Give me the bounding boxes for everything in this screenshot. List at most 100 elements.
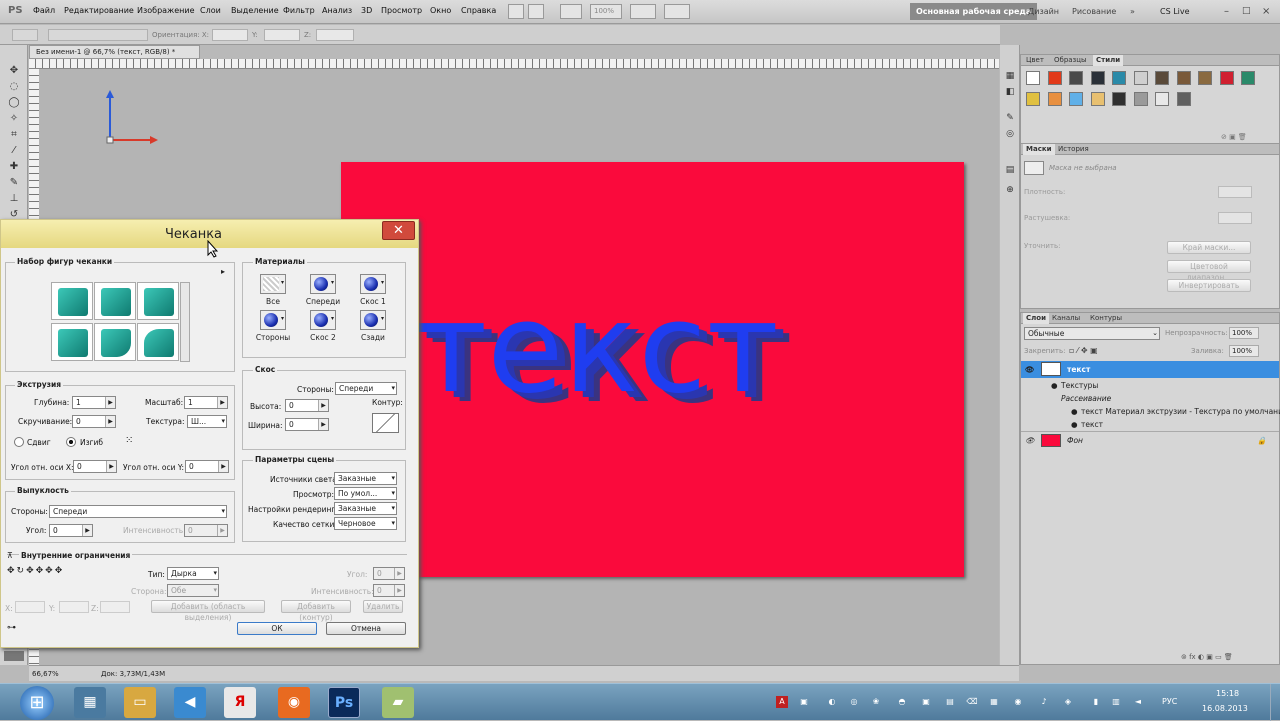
- zoom-field[interactable]: 100%: [590, 4, 622, 19]
- style-swatch[interactable]: [1026, 71, 1040, 85]
- clock-time[interactable]: 15:18: [1216, 689, 1239, 698]
- invert-button[interactable]: Инвертировать: [1167, 279, 1251, 292]
- photoshop-taskbar-icon[interactable]: Ps: [328, 687, 360, 718]
- tray-icon-8[interactable]: ▤: [944, 696, 956, 708]
- reference-point-icon[interactable]: ⁙: [125, 435, 133, 446]
- eyedropper-tool-icon[interactable]: ⁄: [6, 145, 22, 157]
- menu-file[interactable]: Файл: [33, 6, 55, 15]
- tab-swatches[interactable]: Образцы: [1051, 55, 1090, 66]
- workspace-more-icon[interactable]: »: [1124, 3, 1141, 20]
- bevel-sides-select[interactable]: Спереди ▾: [335, 382, 397, 395]
- clock-date[interactable]: 16.08.2013: [1202, 704, 1248, 713]
- shape-preset-1[interactable]: [51, 282, 93, 320]
- blend-mode-select[interactable]: Обычные ⌄: [1024, 327, 1160, 340]
- depth-field[interactable]: 1 ▶: [72, 396, 116, 409]
- inner-type-select[interactable]: Дырка ▾: [167, 567, 219, 580]
- menu-help[interactable]: Справка: [461, 6, 496, 15]
- crop-tool-icon[interactable]: ⌗: [6, 129, 22, 141]
- shape-preset-2[interactable]: [94, 282, 136, 320]
- tab-channels[interactable]: Каналы: [1049, 313, 1083, 324]
- healing-tool-icon[interactable]: ✚: [6, 161, 22, 173]
- workspace-design[interactable]: Дизайн: [1022, 3, 1065, 20]
- menu-edit[interactable]: Редактирование: [64, 6, 134, 15]
- chevron-right-icon[interactable]: ▶: [394, 568, 404, 579]
- media-player-icon[interactable]: ◀: [174, 687, 206, 718]
- style-swatch[interactable]: [1026, 92, 1040, 106]
- menu-select[interactable]: Выделение: [231, 6, 279, 15]
- style-swatch[interactable]: [1133, 71, 1148, 85]
- workspace-essentials[interactable]: Основная рабочая среда: [910, 3, 1038, 20]
- tab-styles[interactable]: Стили: [1093, 55, 1124, 66]
- material-bevel2-swatch[interactable]: ▾: [310, 310, 336, 330]
- style-swatch[interactable]: [1069, 71, 1083, 85]
- status-zoom[interactable]: 66,67%: [32, 670, 59, 678]
- panel-icon-3[interactable]: ✎: [1004, 113, 1016, 124]
- texture-select[interactable]: Ш... ▾: [187, 415, 227, 428]
- battery-icon[interactable]: ▮: [1090, 696, 1102, 708]
- style-swatch[interactable]: [1090, 71, 1105, 85]
- material-front-swatch[interactable]: ▾: [310, 274, 336, 294]
- chevron-right-icon[interactable]: ▶: [318, 419, 328, 430]
- panel-icon-6[interactable]: ⊕: [1004, 185, 1016, 196]
- close-icon[interactable]: ×: [1256, 3, 1276, 20]
- shape-preset-6[interactable]: [137, 323, 179, 361]
- tray-icon-6[interactable]: ◓: [896, 696, 908, 708]
- layer-3d-text[interactable]: 👁 текст: [1021, 361, 1279, 378]
- shapes-menu-icon[interactable]: ▸: [221, 267, 225, 276]
- style-swatch[interactable]: [1112, 71, 1126, 85]
- tray-icon-11[interactable]: ◉: [1012, 696, 1024, 708]
- tray-icon-7[interactable]: ▣: [920, 696, 932, 708]
- minimize-icon[interactable]: –: [1218, 3, 1235, 20]
- style-swatch[interactable]: [1047, 92, 1062, 106]
- constraint-tool-icons[interactable]: ✥↻✥✥✥✥: [7, 566, 64, 576]
- 3d-text-object[interactable]: текст: [415, 287, 779, 411]
- twist-field[interactable]: 0 ▶: [72, 415, 116, 428]
- chevron-right-icon[interactable]: ▶: [105, 416, 115, 427]
- add-contour-button[interactable]: Добавить (контур): [281, 600, 351, 622]
- bevel-width-field[interactable]: 0 ▶: [285, 418, 329, 431]
- eye-icon[interactable]: ●: [1051, 379, 1058, 392]
- camera-icon[interactable]: ⊶: [7, 623, 16, 633]
- tray-icon-9[interactable]: ⌫: [966, 696, 978, 708]
- style-swatch[interactable]: [1112, 92, 1126, 106]
- hand-tool-button[interactable]: [630, 4, 656, 19]
- layer-text-sub[interactable]: ● текст: [1021, 418, 1279, 431]
- menu-3d[interactable]: 3D: [361, 6, 372, 15]
- material-back-swatch[interactable]: ▾: [360, 310, 386, 330]
- firefox-icon[interactable]: ◉: [278, 687, 310, 718]
- explorer-icon[interactable]: ▭: [124, 687, 156, 718]
- delete-button[interactable]: Удалить: [363, 600, 403, 613]
- material-bevel1-swatch[interactable]: ▾: [360, 274, 386, 294]
- mask-edge-button[interactable]: Край маски...: [1167, 241, 1251, 254]
- view-select[interactable]: По умол... ▾: [334, 487, 397, 500]
- layer-diffuse[interactable]: Рассеивание: [1021, 392, 1279, 405]
- tab-color[interactable]: Цвет: [1023, 55, 1047, 66]
- bend-radio[interactable]: [66, 437, 76, 447]
- tab-history[interactable]: История: [1055, 144, 1092, 155]
- style-swatch[interactable]: [1069, 92, 1083, 106]
- inflate-intensity-field[interactable]: 0 ▶: [184, 524, 228, 537]
- scale-field[interactable]: 1 ▶: [184, 396, 228, 409]
- material-all-swatch[interactable]: ▾: [260, 274, 286, 294]
- tray-icon-4[interactable]: ◎: [848, 696, 860, 708]
- bridge-button[interactable]: [508, 4, 524, 19]
- mesh-select[interactable]: Черновое ▾: [334, 517, 397, 530]
- chevron-right-icon[interactable]: ▶: [82, 525, 92, 536]
- fill-field[interactable]: 100%: [1229, 345, 1259, 357]
- layer-background[interactable]: 👁 Фон 🔒: [1021, 431, 1279, 448]
- style-swatch[interactable]: [1219, 71, 1234, 85]
- tool-preset-button[interactable]: [12, 29, 38, 41]
- chevron-right-icon[interactable]: ▶: [218, 461, 228, 472]
- chevron-right-icon[interactable]: ▶: [217, 397, 227, 408]
- tray-icon-5[interactable]: ❀: [870, 696, 882, 708]
- inner-z-field[interactable]: [100, 601, 130, 613]
- language-indicator[interactable]: РУС: [1162, 697, 1177, 706]
- volume-icon[interactable]: ◄: [1132, 696, 1144, 708]
- stamp-tool-icon[interactable]: ⊥: [6, 193, 22, 205]
- shapes-scrollbar[interactable]: [180, 282, 190, 362]
- cancel-button[interactable]: Отмена: [326, 622, 406, 635]
- lights-select[interactable]: Заказные ▾: [334, 472, 397, 485]
- ok-button[interactable]: ОК: [237, 622, 317, 635]
- density-field[interactable]: [1218, 186, 1252, 198]
- brush-tool-icon[interactable]: ✎: [6, 177, 22, 189]
